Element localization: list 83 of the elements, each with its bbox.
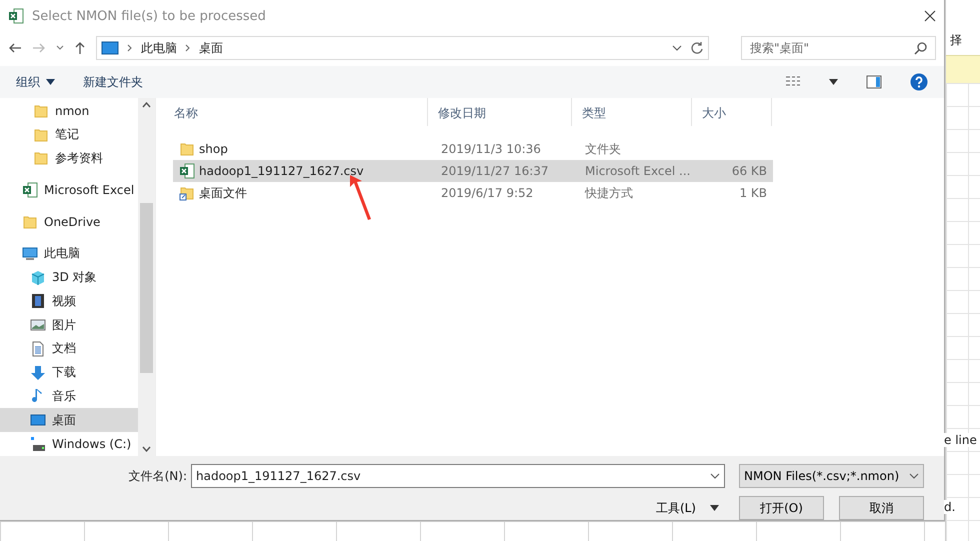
new-folder-button[interactable]: 新建文件夹 (83, 74, 143, 90)
cube-icon (30, 270, 46, 286)
sheet-text: e line (944, 433, 977, 447)
notification-bar (946, 55, 980, 83)
desktop-icon (101, 41, 119, 55)
sidebar-item[interactable]: 文档 (0, 337, 138, 361)
sheet-text: 择 (950, 32, 962, 49)
chevron-down-icon (710, 471, 720, 481)
type-cell-text: 快捷方式 (584, 184, 634, 202)
size-cell-text: 1 KB (738, 186, 768, 200)
sidebar-item[interactable]: 音乐 (0, 384, 138, 408)
refresh-icon[interactable] (690, 41, 704, 55)
chevron-right-icon (127, 44, 133, 52)
breadcrumb[interactable]: 桌面 (199, 40, 223, 56)
sidebar-item[interactable]: OneDrive (0, 210, 138, 234)
help-icon[interactable] (910, 73, 928, 91)
type-cell-text: 文件夹 (584, 140, 622, 158)
breadcrumb[interactable]: 此电脑 (141, 40, 177, 56)
type-cell-text: Microsoft Excel ... (584, 164, 692, 178)
folder-icon (33, 126, 49, 143)
filename-field[interactable]: hadoop1_191127_1627.csv (191, 464, 725, 488)
drive-icon (30, 436, 46, 452)
document-icon (30, 340, 46, 357)
caret-icon (46, 79, 55, 85)
back-arrow-icon[interactable] (8, 42, 22, 54)
history-dropdown-icon (672, 43, 682, 53)
date-cell-text: 2019/11/3 10:36 (440, 142, 542, 156)
filename-label: 文件名(N): (128, 468, 187, 484)
folder-icon (22, 214, 38, 230)
search-icon (914, 42, 927, 54)
organize-menu-button[interactable]: 组织 (16, 74, 55, 90)
scrollbar[interactable] (138, 98, 155, 456)
file-type-dropdown[interactable]: NMON Files(*.csv;*.nmon) (739, 464, 924, 488)
file-row[interactable]: 桌面文件 2019/6/17 9:52 快捷方式 1 KB (173, 182, 773, 204)
recent-caret-icon[interactable] (56, 45, 64, 51)
cancel-button[interactable]: 取消 (839, 496, 924, 520)
shortcut-icon (179, 185, 195, 201)
date-cell-text: 2019/11/27 16:37 (440, 164, 550, 178)
image-icon (30, 317, 46, 334)
file-row[interactable]: hadoop1_191127_1627.csv 2019/11/27 16:37 Microsoft Excel ... 66 KB (173, 160, 773, 182)
folder-icon (179, 141, 195, 157)
caret-icon (710, 505, 719, 511)
spreadsheet-icon (179, 163, 195, 179)
size-cell-text: 66 KB (730, 164, 768, 178)
desktop-icon (30, 412, 46, 428)
file-name: shop (199, 142, 228, 156)
search-placeholder: 搜索"桌面" (750, 40, 810, 56)
sidebar-item[interactable]: 视频 (0, 289, 138, 314)
spreadsheet-icon (8, 8, 24, 24)
sidebar-item[interactable]: Microsoft Excel (0, 178, 138, 202)
folder-icon (33, 102, 49, 119)
sidebar-item[interactable]: nmon (0, 99, 138, 123)
tools-menu-button[interactable]: 工具(L) (650, 498, 725, 518)
chevron-down-icon (909, 471, 919, 481)
sidebar-item[interactable]: 3D 对象 (0, 266, 138, 290)
sidebar-item[interactable]: 桌面 (0, 408, 138, 432)
scroll-up-icon[interactable] (142, 102, 151, 108)
sheet-text: d. (944, 500, 956, 514)
computer-icon (22, 246, 38, 262)
open-button[interactable]: 打开(O) (739, 496, 824, 520)
file-name: hadoop1_191127_1627.csv (199, 164, 364, 178)
film-icon (30, 293, 46, 310)
sidebar-item[interactable]: 图片 (0, 313, 138, 338)
chevron-right-icon (185, 44, 191, 52)
close-icon[interactable] (924, 10, 936, 22)
scroll-down-icon[interactable] (142, 446, 151, 452)
up-arrow-icon[interactable] (74, 41, 86, 55)
address-bar[interactable]: 此电脑 桌面 (96, 36, 709, 60)
download-icon (30, 364, 46, 381)
preview-pane-icon[interactable] (866, 75, 882, 89)
sidebar-item[interactable]: 下载 (0, 360, 138, 385)
dropdown-arrow-icon[interactable] (829, 79, 838, 85)
file-row[interactable]: shop 2019/11/3 10:36 文件夹 (173, 138, 773, 160)
sidebar-item[interactable]: 参考资料 (0, 146, 138, 170)
sidebar-item[interactable]: 此电脑 (0, 242, 138, 266)
file-name: 桌面文件 (199, 184, 247, 202)
folder-icon (33, 150, 49, 166)
date-cell-text: 2019/6/17 9:52 (440, 186, 534, 200)
spreadsheet-icon (22, 182, 38, 198)
search-field[interactable]: 搜索"桌面" (741, 36, 936, 60)
window-title: Select NMON file(s) to be processed (32, 8, 267, 24)
sidebar-item[interactable]: 笔记 (0, 122, 138, 147)
sidebar-item[interactable]: Windows (C:) (0, 432, 138, 456)
